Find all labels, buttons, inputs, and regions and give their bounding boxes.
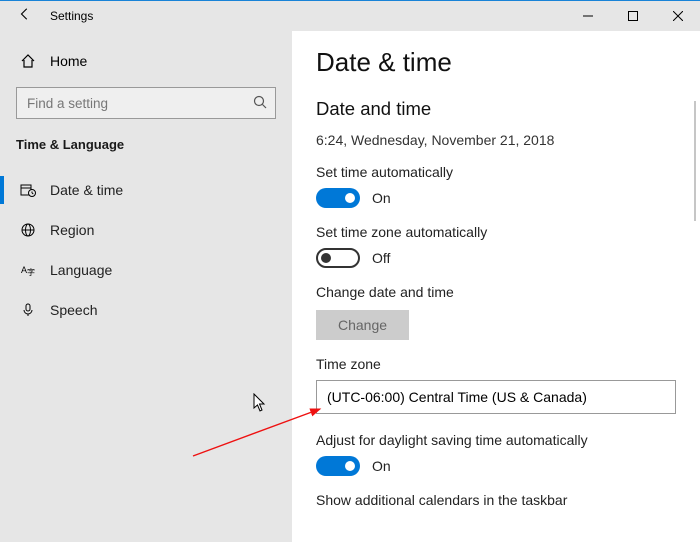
microphone-icon (20, 302, 36, 318)
auto-time-label: Set time automatically (316, 164, 700, 180)
section-subtitle: Date and time (316, 98, 700, 120)
auto-time-state: On (372, 190, 391, 206)
auto-tz-toggle[interactable] (316, 248, 360, 268)
nav-list: Date & time Region A字 Language Speech (0, 170, 292, 330)
sidebar-item-label: Language (50, 262, 112, 278)
timezone-label: Time zone (316, 356, 700, 372)
timezone-value: (UTC-06:00) Central Time (US & Canada) (327, 389, 587, 405)
maximize-button[interactable] (610, 1, 655, 31)
minimize-button[interactable] (565, 1, 610, 31)
close-button[interactable] (655, 1, 700, 31)
sidebar-home-label: Home (50, 53, 87, 69)
language-icon: A字 (20, 262, 36, 278)
current-datetime: 6:24, Wednesday, November 21, 2018 (316, 132, 700, 148)
back-icon[interactable] (18, 7, 32, 26)
search-input[interactable] (16, 87, 276, 119)
page-title: Date & time (316, 47, 700, 78)
change-button: Change (316, 310, 409, 340)
sidebar-item-label: Speech (50, 302, 97, 318)
calendar-clock-icon (20, 182, 36, 198)
dst-state: On (372, 458, 391, 474)
sidebar-item-speech[interactable]: Speech (0, 290, 292, 330)
main-panel: Date & time Date and time 6:24, Wednesda… (292, 31, 700, 542)
sidebar-item-label: Date & time (50, 182, 123, 198)
auto-time-toggle[interactable] (316, 188, 360, 208)
search-container (16, 87, 276, 119)
search-icon (252, 94, 268, 115)
addl-calendars-label: Show additional calendars in the taskbar (316, 492, 700, 508)
scrollbar[interactable] (694, 101, 696, 221)
window-title: Settings (50, 9, 93, 23)
sidebar-section: Time & Language (0, 135, 292, 152)
sidebar-item-date-time[interactable]: Date & time (0, 170, 292, 210)
change-dt-label: Change date and time (316, 284, 700, 300)
sidebar: Home Time & Language Date & time Region (0, 31, 292, 542)
sidebar-item-region[interactable]: Region (0, 210, 292, 250)
sidebar-item-label: Region (50, 222, 94, 238)
auto-tz-state: Off (372, 250, 390, 266)
timezone-dropdown[interactable]: (UTC-06:00) Central Time (US & Canada) (316, 380, 676, 414)
dst-label: Adjust for daylight saving time automati… (316, 432, 700, 448)
sidebar-home[interactable]: Home (0, 45, 292, 77)
home-icon (20, 53, 36, 69)
globe-icon (20, 222, 36, 238)
auto-tz-label: Set time zone automatically (316, 224, 700, 240)
titlebar: Settings (0, 1, 700, 31)
sidebar-item-language[interactable]: A字 Language (0, 250, 292, 290)
titlebar-left: Settings (0, 7, 93, 26)
window-controls (565, 1, 700, 31)
svg-text:字: 字 (27, 267, 35, 277)
dst-toggle[interactable] (316, 456, 360, 476)
